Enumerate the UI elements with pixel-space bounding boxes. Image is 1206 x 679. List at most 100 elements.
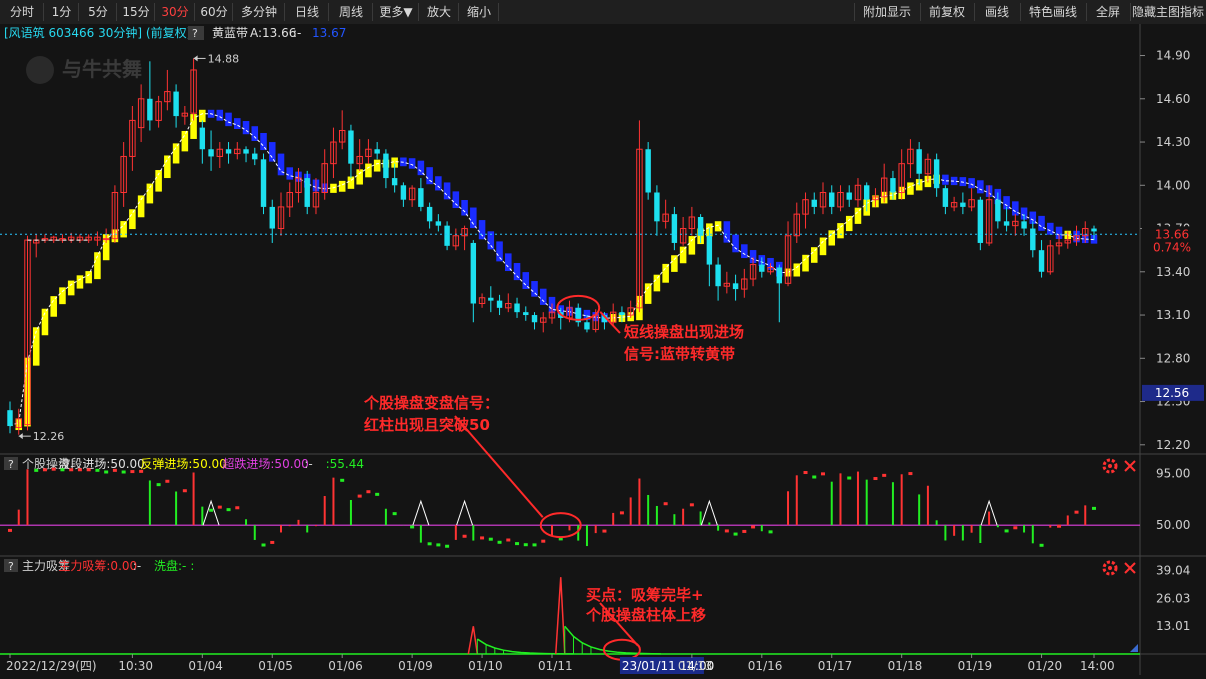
osc-dot [602,529,607,533]
candle-body [715,264,721,287]
candle-body [470,242,477,304]
price-tag-current: 13.66 [1155,227,1189,241]
toolbar-right-button-5[interactable]: 隐藏主图指标 [1130,2,1206,22]
band-segment [408,158,416,169]
toolbar-separator [1086,3,1087,21]
signal-text-3-0: 买点：吸筹完毕+ [586,586,704,604]
stock-title: [风语筑 603466 30分钟] (前复权) [4,25,191,40]
band-segment [1047,222,1054,235]
period-button-7[interactable]: 日线 [285,2,329,22]
toolbar-right-button-2[interactable]: 画线 [974,2,1020,22]
candle-body [977,199,984,243]
osc-dot [882,473,887,477]
price-tag-percent: 0.74% [1153,240,1191,254]
x-label-6: 01/10 [468,659,503,673]
candle-body [102,238,110,241]
indicator-name: 黄蓝带 [212,26,248,40]
band-segment [199,109,206,123]
band-segment [120,221,127,238]
band-segment [356,169,363,185]
band-segment [968,178,975,189]
toolbar-right-button-1[interactable]: 前复权 [920,2,974,22]
period-button-4[interactable]: 30分 [155,2,195,22]
band-segment [67,280,75,296]
extreme-label-1: 12.26 [33,430,65,443]
x-label-15: 14:00 [1080,659,1115,673]
candle-body [252,153,258,160]
accum-legend-4: : [190,559,194,573]
band-segment [671,255,678,272]
osc-dot [261,543,266,547]
candle [645,142,651,200]
candle-body [400,185,407,200]
x-label-12: 01/18 [888,659,923,673]
x-label-5: 01/09 [398,659,433,673]
y-tick-label-1: 14.60 [1156,92,1190,106]
toolbar-separator [498,3,499,21]
candle-body [7,410,13,427]
osc-dot [392,512,397,516]
candle-body [960,202,966,207]
accum-y-tick-1: 26.03 [1156,591,1190,605]
candle-body [1091,228,1097,232]
band-segment [679,246,687,264]
band-segment [732,234,739,253]
osc-dot [86,468,91,472]
candle-body [426,206,433,222]
period-button-5[interactable]: 60分 [195,2,233,22]
candle-body [147,98,153,121]
watermark-logo-icon [26,56,54,84]
period-button-0[interactable]: 分时 [0,2,44,22]
period-button-8[interactable]: 周线 [329,2,373,22]
osc-dot [42,468,47,472]
gear-hub [1108,464,1112,468]
period-button-10[interactable]: 放大 [419,2,459,22]
candle-body [706,235,713,265]
toolbar-separator [920,3,921,21]
toolbar-separator [1020,3,1021,21]
candle-body [1021,221,1027,229]
osc-dot [733,532,738,536]
period-button-3[interactable]: 15分 [117,2,155,22]
band-segment [146,183,154,204]
band-segment [496,241,503,262]
toolbar-separator [1130,3,1131,21]
candle-body [514,303,520,313]
period-button-6[interactable]: 多分钟 [233,2,285,22]
x-label-13: 01/19 [958,659,993,673]
osc-dot [139,469,144,473]
osc-dot [366,490,371,494]
band-segment [164,155,171,179]
band-segment [513,263,521,281]
extreme-label-0: 14.88 [208,52,240,65]
band-segment [129,209,136,230]
osc-dot [357,494,362,498]
candle-body [304,178,310,207]
osc-dot [130,470,135,474]
signal-text-1-0: 短线操盘出现进场 [624,323,744,341]
indicator-value-a: A:13.66 [250,26,296,40]
period-button-1[interactable]: 1分 [44,2,79,22]
osc-dot [523,543,528,547]
band-segment [268,142,276,162]
candle-body [348,130,354,164]
band-segment [1012,201,1019,216]
chart-canvas[interactable]: [风语筑 603466 30分钟] (前复权)? 黄蓝带 A:13.66:- 13.6… [0,24,1206,675]
band-segment [373,159,381,172]
band-segment [653,274,661,292]
band-segment [330,183,337,193]
osc-dot [1004,529,1009,533]
period-button-11[interactable]: 缩小 [459,2,499,22]
toolbar-right-button-4[interactable]: 全屏 [1086,2,1130,22]
period-button-2[interactable]: 5分 [79,2,117,22]
period-button-9[interactable]: 更多▼ [373,2,419,22]
x-label-0: 2022/12/29(四) [6,659,97,673]
toolbar-right-button-3[interactable]: 特色画线 [1020,2,1086,22]
osc-dot [908,472,913,476]
osc-dot [112,468,117,472]
toolbar-right-button-0[interactable]: 附加显示 [854,2,920,22]
candle-body [584,322,590,330]
osc-dot [182,489,187,493]
candle-body [269,206,275,229]
band-segment [793,263,801,277]
